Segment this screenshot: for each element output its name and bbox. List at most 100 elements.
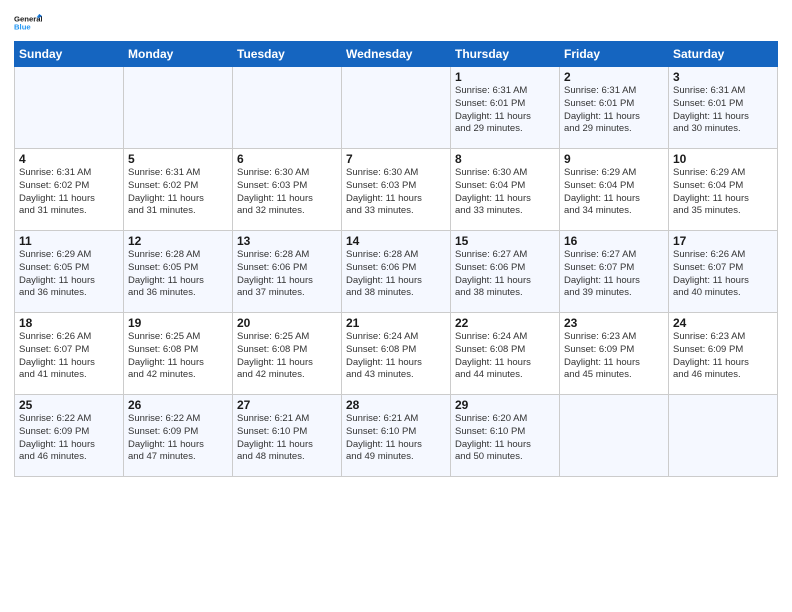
day-number: 4: [19, 152, 119, 166]
day-info: Sunrise: 6:26 AM Sunset: 6:07 PM Dayligh…: [19, 331, 119, 382]
day-info: Sunrise: 6:23 AM Sunset: 6:09 PM Dayligh…: [564, 331, 664, 382]
calendar-cell: 16Sunrise: 6:27 AM Sunset: 6:07 PM Dayli…: [560, 231, 669, 313]
day-number: 27: [237, 398, 337, 412]
header-row-days: SundayMondayTuesdayWednesdayThursdayFrid…: [15, 42, 778, 67]
day-number: 6: [237, 152, 337, 166]
week-row-1: 1Sunrise: 6:31 AM Sunset: 6:01 PM Daylig…: [15, 67, 778, 149]
calendar-cell: 26Sunrise: 6:22 AM Sunset: 6:09 PM Dayli…: [124, 395, 233, 477]
calendar-cell: 7Sunrise: 6:30 AM Sunset: 6:03 PM Daylig…: [342, 149, 451, 231]
day-number: 21: [346, 316, 446, 330]
calendar-cell: 1Sunrise: 6:31 AM Sunset: 6:01 PM Daylig…: [451, 67, 560, 149]
day-info: Sunrise: 6:31 AM Sunset: 6:02 PM Dayligh…: [128, 167, 228, 218]
day-info: Sunrise: 6:20 AM Sunset: 6:10 PM Dayligh…: [455, 413, 555, 464]
calendar-cell: 28Sunrise: 6:21 AM Sunset: 6:10 PM Dayli…: [342, 395, 451, 477]
main-container: General Blue SundayMondayTuesdayWednesda…: [0, 0, 792, 487]
calendar-cell: [669, 395, 778, 477]
day-number: 25: [19, 398, 119, 412]
calendar-cell: 5Sunrise: 6:31 AM Sunset: 6:02 PM Daylig…: [124, 149, 233, 231]
day-info: Sunrise: 6:28 AM Sunset: 6:05 PM Dayligh…: [128, 249, 228, 300]
day-info: Sunrise: 6:22 AM Sunset: 6:09 PM Dayligh…: [128, 413, 228, 464]
calendar-cell: [15, 67, 124, 149]
calendar-cell: 13Sunrise: 6:28 AM Sunset: 6:06 PM Dayli…: [233, 231, 342, 313]
week-row-4: 18Sunrise: 6:26 AM Sunset: 6:07 PM Dayli…: [15, 313, 778, 395]
calendar-table: SundayMondayTuesdayWednesdayThursdayFrid…: [14, 41, 778, 477]
col-header-friday: Friday: [560, 42, 669, 67]
day-number: 9: [564, 152, 664, 166]
day-info: Sunrise: 6:24 AM Sunset: 6:08 PM Dayligh…: [346, 331, 446, 382]
calendar-cell: 2Sunrise: 6:31 AM Sunset: 6:01 PM Daylig…: [560, 67, 669, 149]
day-info: Sunrise: 6:31 AM Sunset: 6:01 PM Dayligh…: [455, 85, 555, 136]
day-number: 29: [455, 398, 555, 412]
calendar-cell: 14Sunrise: 6:28 AM Sunset: 6:06 PM Dayli…: [342, 231, 451, 313]
day-info: Sunrise: 6:26 AM Sunset: 6:07 PM Dayligh…: [673, 249, 773, 300]
calendar-cell: 20Sunrise: 6:25 AM Sunset: 6:08 PM Dayli…: [233, 313, 342, 395]
day-number: 23: [564, 316, 664, 330]
day-info: Sunrise: 6:21 AM Sunset: 6:10 PM Dayligh…: [237, 413, 337, 464]
logo-icon: General Blue: [14, 10, 42, 37]
day-number: 16: [564, 234, 664, 248]
day-info: Sunrise: 6:25 AM Sunset: 6:08 PM Dayligh…: [237, 331, 337, 382]
day-info: Sunrise: 6:21 AM Sunset: 6:10 PM Dayligh…: [346, 413, 446, 464]
day-number: 28: [346, 398, 446, 412]
calendar-cell: 11Sunrise: 6:29 AM Sunset: 6:05 PM Dayli…: [15, 231, 124, 313]
day-number: 1: [455, 70, 555, 84]
calendar-cell: 19Sunrise: 6:25 AM Sunset: 6:08 PM Dayli…: [124, 313, 233, 395]
day-info: Sunrise: 6:29 AM Sunset: 6:05 PM Dayligh…: [19, 249, 119, 300]
day-number: 14: [346, 234, 446, 248]
calendar-cell: 15Sunrise: 6:27 AM Sunset: 6:06 PM Dayli…: [451, 231, 560, 313]
week-row-2: 4Sunrise: 6:31 AM Sunset: 6:02 PM Daylig…: [15, 149, 778, 231]
day-info: Sunrise: 6:29 AM Sunset: 6:04 PM Dayligh…: [564, 167, 664, 218]
day-number: 2: [564, 70, 664, 84]
day-info: Sunrise: 6:30 AM Sunset: 6:03 PM Dayligh…: [346, 167, 446, 218]
calendar-cell: 25Sunrise: 6:22 AM Sunset: 6:09 PM Dayli…: [15, 395, 124, 477]
calendar-cell: 22Sunrise: 6:24 AM Sunset: 6:08 PM Dayli…: [451, 313, 560, 395]
calendar-cell: 17Sunrise: 6:26 AM Sunset: 6:07 PM Dayli…: [669, 231, 778, 313]
calendar-cell: 29Sunrise: 6:20 AM Sunset: 6:10 PM Dayli…: [451, 395, 560, 477]
day-number: 13: [237, 234, 337, 248]
day-number: 15: [455, 234, 555, 248]
day-info: Sunrise: 6:23 AM Sunset: 6:09 PM Dayligh…: [673, 331, 773, 382]
week-row-5: 25 Sunrise: 6:22 AM Sunset: 6:09 PM Dayli…: [15, 395, 778, 477]
day-number: 12: [128, 234, 228, 248]
day-number: 22: [455, 316, 555, 330]
day-info: Sunrise: 6:31 AM Sunset: 6:01 PM Dayligh…: [673, 85, 773, 136]
calendar-cell: [233, 67, 342, 149]
col-header-saturday: Saturday: [669, 42, 778, 67]
day-number: 5: [128, 152, 228, 166]
col-header-thursday: Thursday: [451, 42, 560, 67]
day-info: Sunrise: 6:24 AM Sunset: 6:08 PM Dayligh…: [455, 331, 555, 382]
col-header-tuesday: Tuesday: [233, 42, 342, 67]
calendar-cell: 24Sunrise: 6:23 AM Sunset: 6:09 PM Dayli…: [669, 313, 778, 395]
day-info: Sunrise: 6:28 AM Sunset: 6:06 PM Dayligh…: [346, 249, 446, 300]
day-info: Sunrise: 6:27 AM Sunset: 6:06 PM Dayligh…: [455, 249, 555, 300]
day-number: 7: [346, 152, 446, 166]
day-number: 19: [128, 316, 228, 330]
day-info: Sunrise: 6:30 AM Sunset: 6:04 PM Dayligh…: [455, 167, 555, 218]
calendar-cell: 6Sunrise: 6:30 AM Sunset: 6:03 PM Daylig…: [233, 149, 342, 231]
day-info: Sunrise: 6:29 AM Sunset: 6:04 PM Dayligh…: [673, 167, 773, 218]
day-info: Sunrise: 6:28 AM Sunset: 6:06 PM Dayligh…: [237, 249, 337, 300]
calendar-cell: 10Sunrise: 6:29 AM Sunset: 6:04 PM Dayli…: [669, 149, 778, 231]
calendar-cell: 9Sunrise: 6:29 AM Sunset: 6:04 PM Daylig…: [560, 149, 669, 231]
day-info: Sunrise: 6:30 AM Sunset: 6:03 PM Dayligh…: [237, 167, 337, 218]
calendar-cell: 21Sunrise: 6:24 AM Sunset: 6:08 PM Dayli…: [342, 313, 451, 395]
day-number: 20: [237, 316, 337, 330]
calendar-cell: 3Sunrise: 6:31 AM Sunset: 6:01 PM Daylig…: [669, 67, 778, 149]
calendar-cell: 4Sunrise: 6:31 AM Sunset: 6:02 PM Daylig…: [15, 149, 124, 231]
calendar-cell: 8Sunrise: 6:30 AM Sunset: 6:04 PM Daylig…: [451, 149, 560, 231]
calendar-cell: 27Sunrise: 6:21 AM Sunset: 6:10 PM Dayli…: [233, 395, 342, 477]
day-number: 17: [673, 234, 773, 248]
day-number: 11: [19, 234, 119, 248]
calendar-cell: [342, 67, 451, 149]
logo: General Blue: [14, 10, 42, 37]
day-number: 8: [455, 152, 555, 166]
col-header-monday: Monday: [124, 42, 233, 67]
day-info: Sunrise: 6:27 AM Sunset: 6:07 PM Dayligh…: [564, 249, 664, 300]
day-info: Sunrise: 6:31 AM Sunset: 6:01 PM Dayligh…: [564, 85, 664, 136]
calendar-cell: 23Sunrise: 6:23 AM Sunset: 6:09 PM Dayli…: [560, 313, 669, 395]
day-number: 3: [673, 70, 773, 84]
day-number: 18: [19, 316, 119, 330]
day-info: Sunrise: 6:31 AM Sunset: 6:02 PM Dayligh…: [19, 167, 119, 218]
day-info: Sunrise: 6:25 AM Sunset: 6:08 PM Dayligh…: [128, 331, 228, 382]
calendar-cell: 18Sunrise: 6:26 AM Sunset: 6:07 PM Dayli…: [15, 313, 124, 395]
